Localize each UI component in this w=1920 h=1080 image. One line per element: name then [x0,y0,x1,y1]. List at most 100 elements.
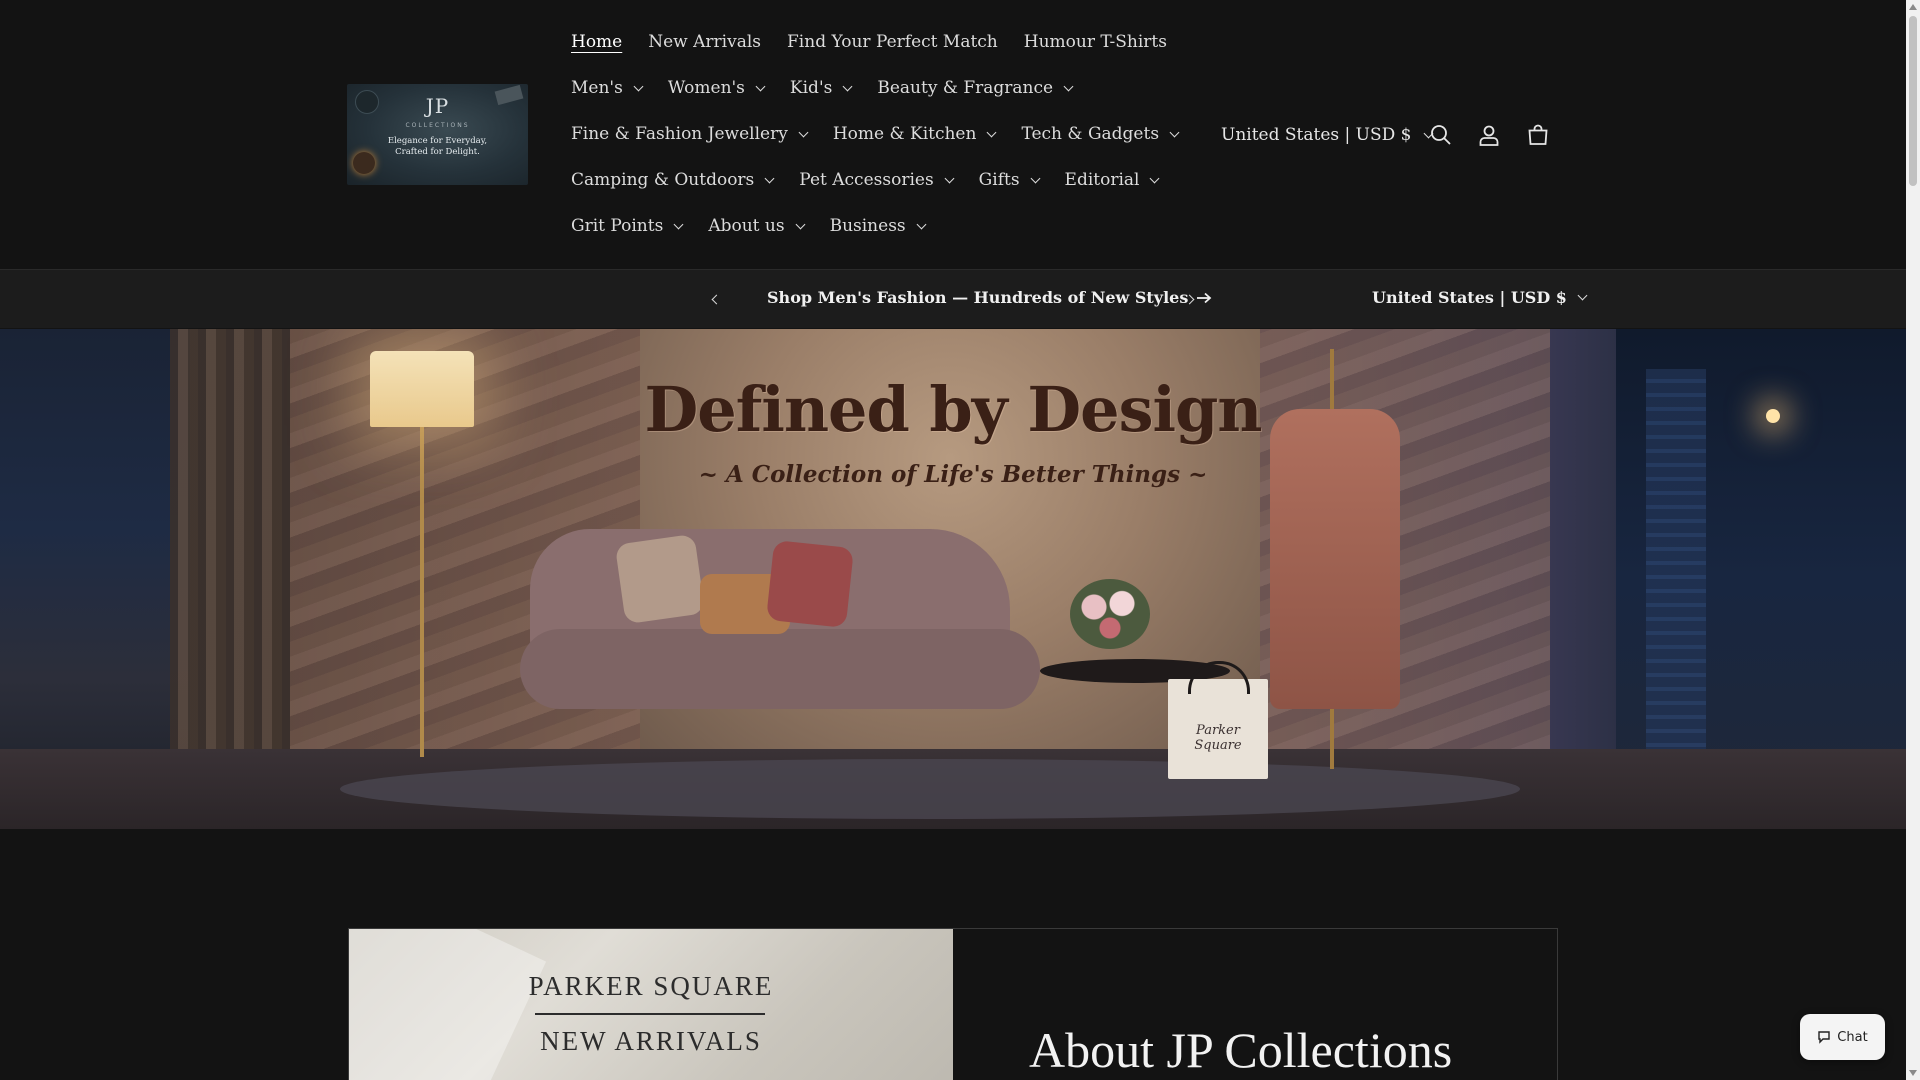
hero-coat [1270,409,1400,709]
nav-home[interactable]: Home [571,32,622,52]
arrow-right-icon [1197,292,1212,303]
nav-pet-label: Pet Accessories [799,170,934,190]
hero-banner[interactable]: Parker Square Defined by Design ~ A Coll… [0,329,1906,829]
chat-button[interactable]: Chat [1800,1014,1885,1060]
nav-editorial-label: Editorial [1064,170,1140,190]
nav-editorial[interactable]: Editorial [1064,170,1160,190]
logo-brand: COLLECTIONS [405,122,470,129]
nav-tech-label: Tech & Gadgets [1021,124,1160,144]
site-header: JP COLLECTIONS Elegance for Everyday, Cr… [0,0,1906,269]
nav-kids[interactable]: Kid's [789,78,853,98]
chat-label: Chat [1837,1029,1868,1045]
nav-camping-label: Camping & Outdoors [571,170,755,190]
hero-pillow [614,533,706,625]
hero-bag-label: Parker Square [1194,723,1242,753]
nav-row-3: Fine & Fashion Jewellery Home & Kitchen … [571,120,1204,148]
about-image-divider [535,1013,765,1015]
chevron-down-icon [944,173,955,183]
scrollbar-thumb[interactable] [1909,16,1917,186]
nav-mens[interactable]: Men's [571,78,644,98]
announcement-bar: Shop Men's Fashion — Hundreds of New Sty… [0,269,1906,328]
about-image-line2: NEW ARRIVALS [540,1026,762,1056]
hero-sofa-seat [520,629,1040,709]
chat-bubble-icon [1818,1031,1830,1044]
nav-humour-tshirts-label: Humour T-Shirts [1023,32,1167,52]
announcement-country-label: United States | USD $ [1372,288,1567,307]
nav-jewellery-label: Fine & Fashion Jewellery [571,124,788,144]
hero-pillow [766,540,854,628]
chevron-down-icon [987,127,997,137]
nav-womens[interactable]: Women's [667,78,766,98]
announcement-next-button[interactable] [1180,290,1198,308]
nav-grit-label: Grit Points [571,216,664,236]
nav-about-us[interactable]: About us [708,216,806,236]
hero-subtitle: ~ A Collection of Life's Better Things ~ [698,461,1208,488]
chevron-down-icon [1150,173,1160,183]
chevron-down-icon [1577,290,1588,301]
about-image: PARKER SQUARE NEW ARRIVALS [349,929,953,1080]
nav-mens-label: Men's [571,78,623,98]
nav-jewellery[interactable]: Fine & Fashion Jewellery [571,124,809,144]
nav-home-kitchen-label: Home & Kitchen [832,124,977,144]
chevron-down-icon [798,127,809,137]
nav-find-your-perfect-match[interactable]: Find Your Perfect Match [787,32,998,52]
chevron-right-icon [1184,294,1194,304]
nav-grit-points[interactable]: Grit Points [571,216,684,236]
logo-tagline-line2: Crafted for Delight. [395,147,480,157]
chevron-down-icon [916,219,927,229]
chevron-down-icon [1030,173,1040,183]
nav-beauty-fragrance[interactable]: Beauty & Fragrance [877,78,1074,98]
nav-find-match-label: Find Your Perfect Match [787,32,998,52]
nav-womens-label: Women's [667,78,745,98]
chevron-down-icon [842,81,853,91]
country-selector-label: United States | USD $ [1221,125,1412,145]
announcement-prev-button[interactable] [707,290,725,308]
chevron-down-icon [673,219,684,229]
nav-business-label: Business [829,216,906,236]
nav-row-2: Men's Women's Kid's Beauty & Fragrance [571,74,1098,102]
country-currency-selector[interactable]: United States | USD $ [1221,120,1434,150]
logo-tagline-line1: Elegance for Everyday, [387,136,488,146]
account-icon [1479,125,1499,146]
nav-business[interactable]: Business [829,216,927,236]
announcement-link[interactable]: Shop Men's Fashion — Hundreds of New Sty… [767,288,1212,307]
nav-gifts[interactable]: Gifts [978,170,1040,190]
nav-kids-label: Kid's [789,78,833,98]
about-section: PARKER SQUARE NEW ARRIVALS About JP Coll… [348,928,1558,1080]
chevron-down-icon [1169,127,1180,137]
logo-monogram: JP [425,94,450,118]
nav-home-label: Home [571,32,623,52]
chevron-down-icon [1063,81,1074,91]
announcement-text: Shop Men's Fashion — Hundreds of New Sty… [767,288,1189,307]
hero-flowers [1070,579,1150,649]
site-logo[interactable]: JP COLLECTIONS Elegance for Everyday, Cr… [347,84,528,185]
nav-camping-outdoors[interactable]: Camping & Outdoors [571,170,775,190]
hero-title: Defined by Design [644,373,1263,446]
nav-humour-tshirts[interactable]: Humour T-Shirts [1024,32,1167,52]
chevron-down-icon [764,173,775,183]
nav-pet-accessories[interactable]: Pet Accessories [799,170,955,190]
scroll-down-arrow-icon[interactable] [1909,1070,1917,1076]
cart-icon [1528,124,1548,145]
nav-row-1: Home New Arrivals Find Your Perfect Matc… [571,28,1193,56]
nav-home-kitchen[interactable]: Home & Kitchen [832,124,997,144]
logo-tagline: Elegance for Everyday, Crafted for Delig… [347,136,528,158]
nav-about-label: About us [708,216,785,236]
chevron-down-icon [633,81,644,91]
chevron-left-icon [711,294,721,304]
scroll-up-arrow-icon[interactable] [1909,4,1917,10]
hero-rug [340,759,1520,819]
search-button[interactable] [1427,121,1455,149]
account-button[interactable] [1475,121,1503,149]
nav-tech-gadgets[interactable]: Tech & Gadgets [1021,124,1180,144]
nav-new-arrivals-label: New Arrivals [648,32,762,52]
cart-button[interactable] [1524,121,1552,149]
chevron-down-icon [795,219,806,229]
nav-gifts-label: Gifts [978,170,1020,190]
about-title: About JP Collections [1029,1022,1453,1078]
announcement-country-selector[interactable]: United States | USD $ [1372,288,1588,307]
page-scrollbar[interactable] [1906,0,1920,1080]
about-image-line1: PARKER SQUARE [528,971,774,1001]
nav-new-arrivals[interactable]: New Arrivals [648,32,761,52]
nav-row-5: Grit Points About us Business [571,212,951,240]
